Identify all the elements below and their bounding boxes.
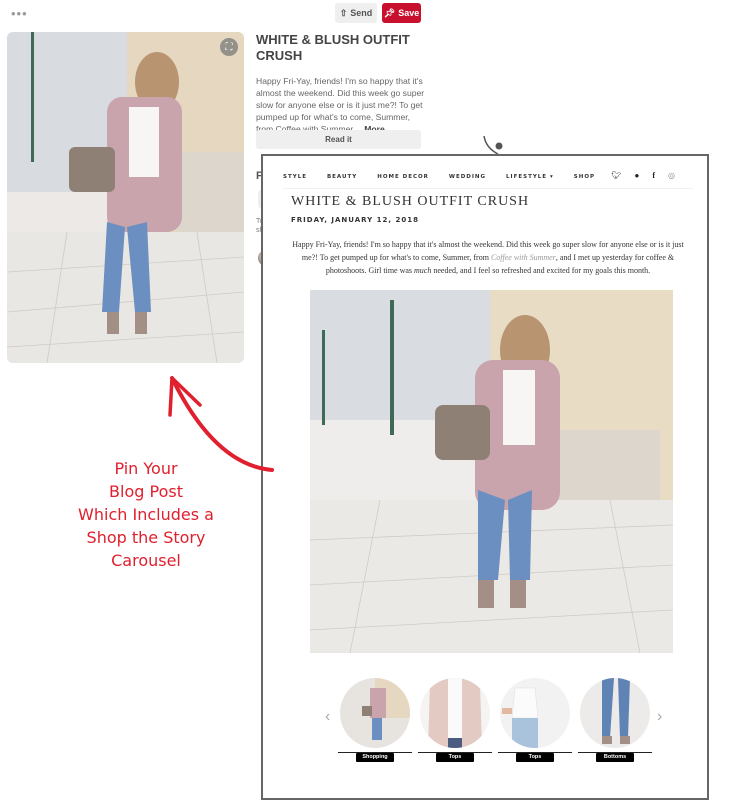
pinterest-icon[interactable]: ● xyxy=(635,171,640,180)
pin-description: Happy Fri-Yay, friends! I'm so happy tha… xyxy=(256,76,425,134)
nav-beauty[interactable]: BEAUTY xyxy=(327,174,357,180)
more-options-icon[interactable]: ••• xyxy=(11,6,28,21)
carousel-label: Shopping xyxy=(356,753,394,762)
carousel-item[interactable]: Tops xyxy=(498,678,572,762)
carousel-label: Tops xyxy=(436,753,474,762)
coffee-with-summer-link[interactable]: Coffee with Summer xyxy=(491,253,556,262)
share-icon: ⇧ xyxy=(339,7,348,18)
instagram-icon[interactable]: ◎ xyxy=(668,171,675,180)
pin-icon: 📌︎ xyxy=(383,7,396,18)
blog-post-photo xyxy=(310,290,673,653)
outfit-photo xyxy=(7,32,244,363)
nav-style[interactable]: STYLE xyxy=(283,174,307,180)
read-it-button[interactable]: Read it xyxy=(256,130,421,149)
shop-the-story-carousel: ‹ › Shopping Tops Tops Bottoms xyxy=(323,678,663,778)
carousel-item[interactable]: Bottoms xyxy=(578,678,652,762)
blog-post-body: Happy Fri-Yay, friends! I'm so happy tha… xyxy=(292,240,684,275)
product-thumbnail xyxy=(340,678,410,748)
nav-shop[interactable]: SHOP xyxy=(574,174,595,180)
annotation-text: Pin Your Blog Post Which Includes a Shop… xyxy=(78,459,214,570)
carousel-label: Tops xyxy=(516,753,554,762)
social-links: 🐦︎ ● f ◎ xyxy=(611,171,675,180)
blog-nav: STYLE BEAUTY HOME DECOR WEDDING LIFESTYL… xyxy=(283,166,693,189)
product-thumbnail xyxy=(500,678,570,748)
product-thumbnail xyxy=(580,678,650,748)
expand-icon[interactable]: ⛶ xyxy=(220,38,238,56)
twitter-icon[interactable]: 🐦︎ xyxy=(611,171,621,180)
blog-post-screenshot: STYLE BEAUTY HOME DECOR WEDDING LIFESTYL… xyxy=(261,154,709,800)
send-button[interactable]: ⇧ Send xyxy=(335,3,377,23)
nav-wedding[interactable]: WEDDING xyxy=(449,174,486,180)
carousel-next-arrow[interactable]: › xyxy=(657,708,662,726)
facebook-icon[interactable]: f xyxy=(652,171,655,180)
nav-home-decor[interactable]: HOME DECOR xyxy=(377,174,429,180)
blog-post-date: FRIDAY, JANUARY 12, 2018 xyxy=(291,216,419,224)
pin-image[interactable]: ⛶ xyxy=(7,32,244,363)
nav-lifestyle[interactable]: LIFESTYLE ▾ xyxy=(506,174,554,180)
save-button[interactable]: 📌︎ Save xyxy=(382,3,421,23)
carousel-item[interactable]: Shopping xyxy=(338,678,412,762)
blog-post-title: WHITE & BLUSH OUTFIT CRUSH xyxy=(291,194,530,209)
pin-title: WHITE & BLUSH OUTFIT CRUSH xyxy=(256,32,410,63)
product-thumbnail xyxy=(420,678,490,748)
carousel-prev-arrow[interactable]: ‹ xyxy=(325,708,330,726)
carousel-item[interactable]: Tops xyxy=(418,678,492,762)
carousel-label: Bottoms xyxy=(596,753,634,762)
